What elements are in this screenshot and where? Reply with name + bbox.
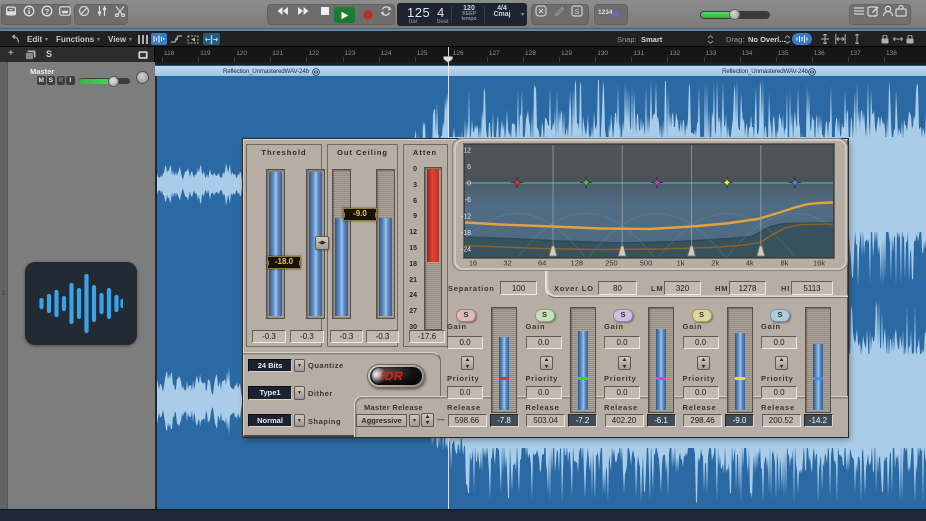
svg-text:250: 250 — [605, 259, 618, 268]
svg-text:32: 32 — [503, 259, 511, 268]
svg-text:0: 0 — [467, 181, 471, 188]
svg-text:16k: 16k — [813, 259, 825, 268]
svg-text:-18: -18 — [461, 230, 471, 237]
svg-text:6: 6 — [467, 164, 471, 171]
svg-text:1k: 1k — [677, 259, 685, 268]
svg-text:2k: 2k — [711, 259, 719, 268]
svg-text:-12: -12 — [461, 214, 471, 221]
svg-text:4k: 4k — [746, 259, 754, 268]
svg-text:S: S — [575, 9, 580, 16]
svg-text:16: 16 — [469, 259, 477, 268]
svg-text:64: 64 — [538, 259, 546, 268]
svg-text:?: ? — [44, 6, 49, 15]
svg-text:8k: 8k — [780, 259, 788, 268]
svg-text:12: 12 — [463, 148, 471, 155]
svg-text:128: 128 — [571, 259, 584, 268]
svg-text:500: 500 — [640, 259, 653, 268]
svg-text:-24: -24 — [461, 247, 471, 254]
svg-text:-6: -6 — [465, 197, 471, 204]
